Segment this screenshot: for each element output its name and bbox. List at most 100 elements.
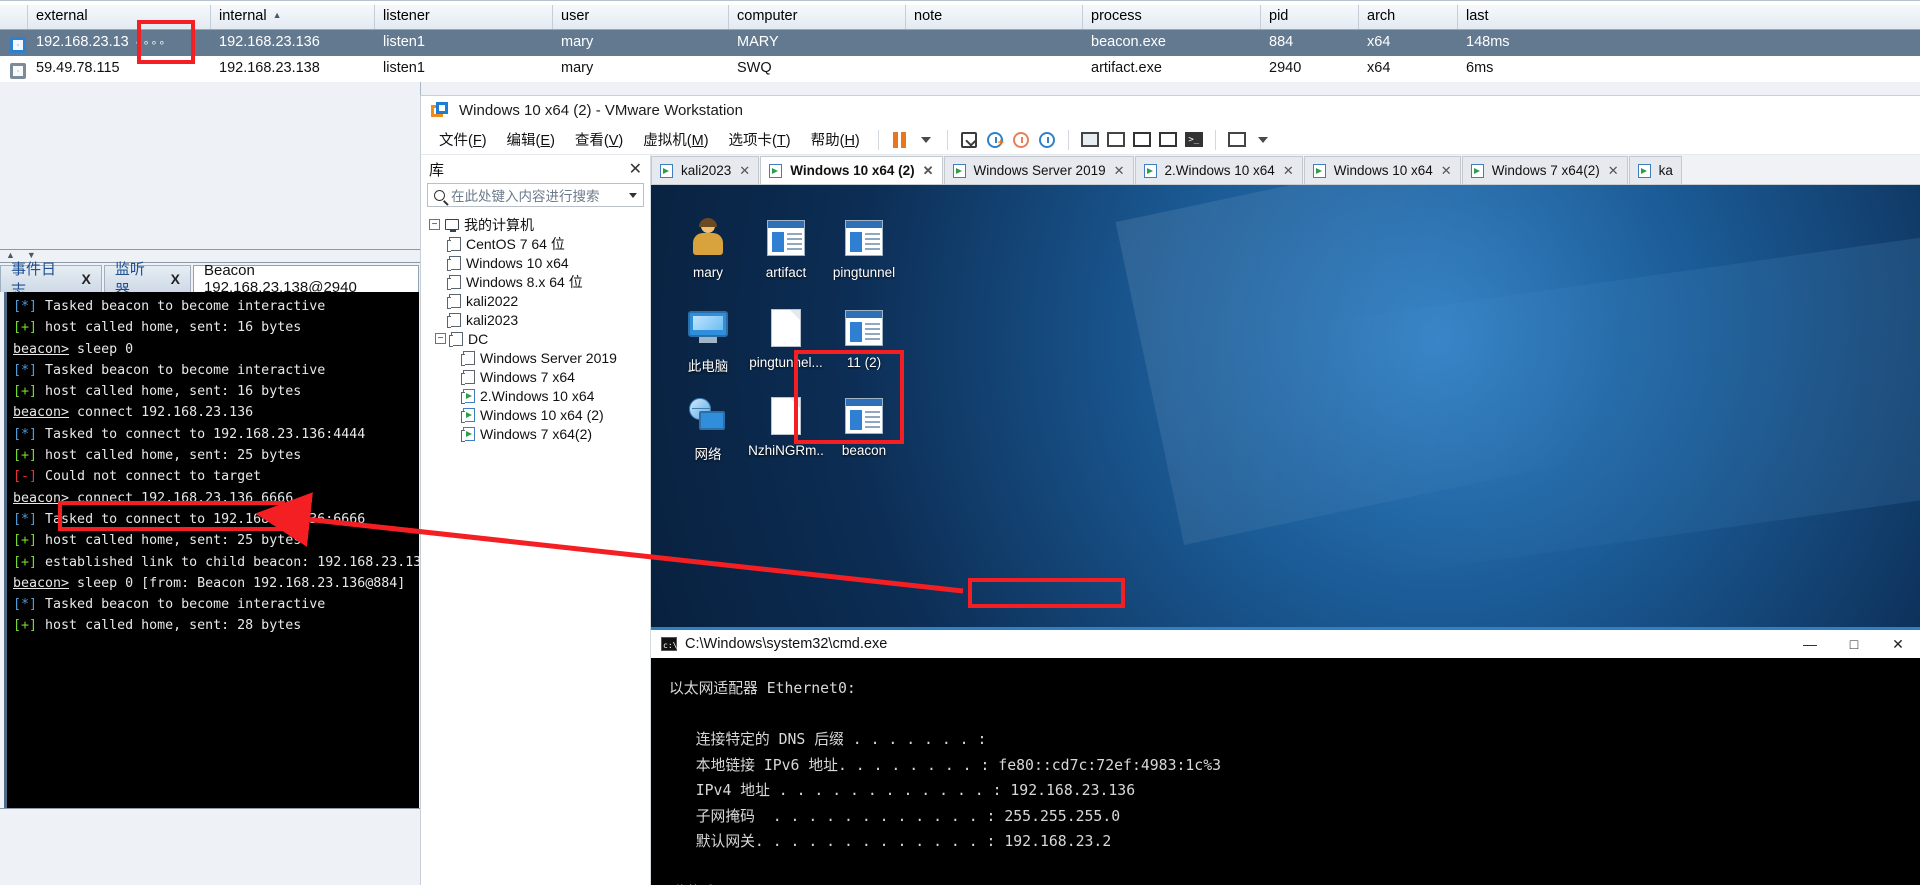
cmd-console-output[interactable]: 以太网适配器 Ethernet0: 连接特定的 DNS 后缀 . . . . .…	[651, 658, 1920, 885]
table-row[interactable]: 59.49.78.115 192.168.23.138 listen1 mary…	[0, 56, 1920, 82]
library-tree-item[interactable]: Windows 8.x 64 位	[421, 272, 650, 291]
library-tree-item[interactable]: Windows 10 x64 (2)	[421, 405, 650, 424]
vm-tab-close-icon[interactable]: ✕	[923, 163, 934, 179]
vmware-title-bar[interactable]: Windows 10 x64 (2) - VMware Workstation	[421, 96, 1920, 125]
vm-tab-close-icon[interactable]: ✕	[1283, 163, 1294, 179]
vm-library-tree[interactable]: − 我的计算机 CentOS 7 64 位 Windows 10 x64 Windows…	[421, 215, 650, 443]
header-pid[interactable]: pid	[1261, 5, 1359, 29]
vm-guest-screen[interactable]: mary artifact pingtunnel 此电脑 pingtunnel.…	[651, 185, 1920, 885]
desktop-icon-nzhingrm[interactable]: NzhiNGRm..	[743, 391, 829, 458]
show-console-view-button[interactable]	[1129, 128, 1155, 152]
beacon-table-header[interactable]: external internal ▲ listener user compute…	[0, 5, 1920, 30]
tab-listeners-close-icon[interactable]: X	[171, 271, 180, 287]
desktop-icon-this-pc[interactable]: 此电脑	[665, 303, 751, 375]
desktop-icon-mary[interactable]: mary	[665, 213, 751, 280]
chevron-down-icon[interactable]	[629, 192, 637, 198]
cell-computer: MARY	[737, 34, 779, 50]
suspend-vm-button[interactable]	[887, 128, 913, 152]
cmd-window-controls[interactable]: — □ ✕	[1788, 630, 1920, 658]
collapse-toggle-icon[interactable]: −	[435, 333, 446, 344]
table-row[interactable]: 192.168.23.13 ∘∘∘∘ 192.168.23.136 listen1…	[0, 30, 1920, 56]
header-computer[interactable]: computer	[729, 5, 906, 29]
snapshot-new-button[interactable]: +	[982, 128, 1008, 152]
library-tree-item[interactable]: kali2022	[421, 291, 650, 310]
vm-tab[interactable]: kali2023 ✕	[651, 156, 760, 184]
desktop-icon-beacon[interactable]: beacon	[821, 391, 907, 458]
vm-tab-close-icon[interactable]: ✕	[739, 163, 750, 179]
close-button[interactable]: ✕	[1876, 630, 1920, 658]
menu-file[interactable]: 文件(F)	[429, 126, 497, 153]
vm-tab[interactable]: Windows 7 x64(2) ✕	[1461, 156, 1628, 184]
library-tree-label: DC	[468, 330, 489, 347]
menu-edit[interactable]: 编辑(E)	[497, 126, 565, 153]
library-tree-item[interactable]: CentOS 7 64 位	[421, 234, 650, 253]
library-tree-item[interactable]: Windows Server 2019	[421, 348, 650, 367]
vm-tab-close-icon[interactable]: ✕	[1114, 163, 1125, 179]
desktop-icon-artifact[interactable]: artifact	[743, 213, 829, 280]
library-tree-item[interactable]: 2.Windows 10 x64	[421, 386, 650, 405]
vm-tab-close-icon[interactable]: ✕	[1441, 163, 1452, 179]
cmd-title-bar[interactable]: c:\ C:\Windows\system32\cmd.exe — □ ✕	[651, 630, 1920, 658]
library-tree-item[interactable]: Windows 7 x64(2)	[421, 424, 650, 443]
vmware-menu-bar[interactable]: 文件(F) 编辑(E) 查看(V) 虚拟机(M) 选项卡(T) 帮助(H) + …	[421, 125, 1920, 155]
vm-tab-bar[interactable]: kali2023 ✕ Windows 10 x64 (2) ✕ Windows Serv…	[651, 155, 1920, 185]
show-library-button[interactable]	[1077, 128, 1103, 152]
header-note[interactable]: note	[906, 5, 1083, 29]
terminal-icon: >_	[1184, 132, 1203, 147]
library-tree-item[interactable]: Windows 7 x64	[421, 367, 650, 386]
revert-snapshot-button[interactable]	[1008, 128, 1034, 152]
cell-external: 192.168.23.13 ∘∘∘∘	[36, 34, 167, 50]
tab-event-log[interactable]: 事件日志 X	[0, 261, 102, 299]
header-arch[interactable]: arch	[1359, 5, 1458, 29]
console-tab-bar[interactable]: 事件日志 X 监听器 X Beacon 192.168.23.138@2940	[0, 261, 421, 299]
header-external[interactable]: external	[28, 5, 211, 29]
windows-app-icon	[821, 303, 907, 353]
library-tree-item[interactable]: Windows 10 x64	[421, 253, 650, 272]
library-tree-item[interactable]: kali2023	[421, 310, 650, 329]
vm-tab[interactable]: 2.Windows 10 x64 ✕	[1134, 156, 1303, 184]
vm-tab-close-icon[interactable]: ✕	[1608, 163, 1619, 179]
vm-tab[interactable]: ka	[1628, 156, 1682, 184]
header-listener[interactable]: listener	[375, 5, 553, 29]
toolbar-overflow-button[interactable]	[1250, 128, 1276, 152]
maximize-button[interactable]: □	[1832, 630, 1876, 658]
tab-listeners[interactable]: 监听器 X	[103, 261, 191, 299]
desktop-icon-network[interactable]: 网络	[665, 391, 751, 463]
take-snapshot-button[interactable]	[956, 128, 982, 152]
library-search-box[interactable]: 在此处键入内容进行搜索	[427, 183, 644, 207]
menu-tabs[interactable]: 选项卡(T)	[719, 126, 801, 153]
show-thumbnail-bar-button[interactable]	[1103, 128, 1129, 152]
snapshot-manager-button[interactable]	[1034, 128, 1060, 152]
power-dropdown-button[interactable]	[913, 128, 939, 152]
menu-view[interactable]: 查看(V)	[565, 126, 633, 153]
header-user[interactable]: user	[553, 5, 729, 29]
desktop-icon-pingtunnel-doc[interactable]: pingtunnel...	[743, 303, 829, 370]
menu-help[interactable]: 帮助(H)	[801, 126, 870, 153]
tab-beacon-session[interactable]: Beacon 192.168.23.138@2940	[192, 262, 419, 296]
unity-mode-button[interactable]: >_	[1181, 128, 1207, 152]
vm-tab[interactable]: Windows 10 x64 ✕	[1303, 156, 1461, 184]
console-line-text: Tasked to connect to 192.168.23.136:4444	[37, 426, 366, 442]
minimize-button[interactable]: —	[1788, 630, 1832, 658]
menu-vm[interactable]: 虚拟机(M)	[633, 126, 718, 153]
vmware-workstation-window[interactable]: Windows 10 x64 (2) - VMware Workstation …	[421, 96, 1920, 885]
tab-event-log-close-icon[interactable]: X	[82, 271, 91, 287]
library-close-icon[interactable]: ✕	[629, 159, 642, 179]
console-line: [*] Tasked beacon to become interactive	[13, 360, 419, 381]
header-internal[interactable]: internal ▲	[211, 5, 375, 29]
beacon-console-output[interactable]: [*] Tasked beacon to become interactive[…	[4, 292, 419, 784]
vm-tab[interactable]: Windows 10 x64 (2) ✕	[760, 156, 943, 184]
fullscreen-button[interactable]	[1155, 128, 1181, 152]
vm-library-panel[interactable]: 库 ✕ 在此处键入内容进行搜索 − 我的计算机 CentOS 7 64 位 Windo…	[421, 155, 651, 885]
beacon-table[interactable]: external internal ▲ listener user compute…	[0, 0, 1920, 82]
header-process[interactable]: process	[1083, 5, 1261, 29]
header-last[interactable]: last	[1458, 5, 1720, 29]
cmd-window[interactable]: c:\ C:\Windows\system32\cmd.exe — □ ✕ 以太…	[651, 627, 1920, 885]
collapse-toggle-icon[interactable]: −	[429, 219, 440, 230]
send-ctrl-alt-del-button[interactable]	[1224, 128, 1250, 152]
vm-tab[interactable]: Windows Server 2019 ✕	[943, 156, 1134, 184]
library-tree-root[interactable]: − 我的计算机	[421, 215, 650, 234]
library-tree-item[interactable]: − DC	[421, 329, 650, 348]
desktop-icon-pingtunnel[interactable]: pingtunnel	[821, 213, 907, 280]
desktop-icon-11-2[interactable]: 11 (2)	[821, 303, 907, 370]
